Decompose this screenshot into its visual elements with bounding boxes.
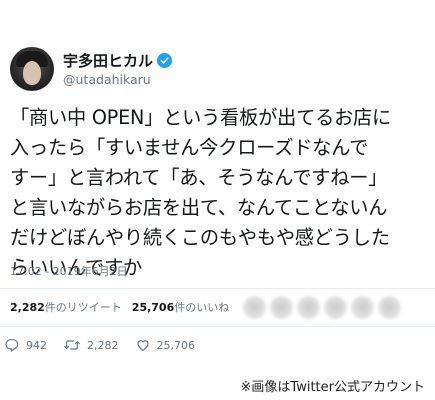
reply-button[interactable]: 942 xyxy=(4,337,47,353)
retweets-count: 2,282 xyxy=(10,300,45,314)
tweet-stats: 2,282 件のリツイート 25,706 件のいいね xyxy=(10,295,435,319)
blurred-avatar xyxy=(351,295,375,319)
tweet-text-line: だけどぼんやり続くこのもやもや感どうした xyxy=(10,226,390,249)
retweet-count: 2,282 xyxy=(87,338,119,352)
user-handle[interactable]: @utadahikaru xyxy=(63,71,172,88)
retweets-stat[interactable]: 2,282 件のリツイート xyxy=(10,299,122,315)
like-count: 25,706 xyxy=(156,338,196,352)
blurred-avatar xyxy=(378,295,402,319)
blurred-avatar xyxy=(270,295,294,319)
blurred-avatar xyxy=(243,295,267,319)
tweet-text-line: すー」と言われて「あ、そうなんですねー」 xyxy=(10,166,388,189)
tweet-text-line: 入ったら「すいません今クローズドなんで xyxy=(10,136,369,159)
blurred-avatar xyxy=(324,295,348,319)
image-credit-caption: ※画像はTwitter公式アカウント xyxy=(240,380,425,395)
reply-icon xyxy=(5,339,19,352)
tweet-card: 宇多田ヒカル @utadahikaru 「商い中 OPEN」という看板が出てるお… xyxy=(0,0,435,365)
blurred-avatar xyxy=(297,295,321,319)
likes-stat[interactable]: 25,706 件のいいね xyxy=(132,299,229,315)
tweet-text: 「商い中 OPEN」という看板が出てるお店に 入ったら「すいません今クローズドな… xyxy=(10,103,430,283)
retweet-button[interactable]: 2,282 xyxy=(63,337,119,353)
likes-count: 25,706 xyxy=(131,300,175,314)
like-icon xyxy=(136,340,149,351)
tweet-text-line: 「商い中 OPEN」という看板が出てるお店に xyxy=(10,106,392,129)
display-name[interactable]: 宇多田ヒカル xyxy=(63,51,153,71)
avatar[interactable] xyxy=(10,47,54,91)
display-name-row: 宇多田ヒカル xyxy=(63,51,173,71)
tweet-text-line: と言いながらお店を出て、なんてことないん xyxy=(10,196,388,219)
likes-label: 件のいいね xyxy=(174,301,230,314)
liker-avatars xyxy=(243,295,405,319)
user-names: 宇多田ヒカル @utadahikaru xyxy=(63,51,173,88)
tweet-timestamp[interactable]: 17:02 - 2019年6月2日 xyxy=(10,263,128,279)
divider xyxy=(0,326,435,327)
retweets-label: 件のリツイート xyxy=(44,301,122,314)
retweet-icon xyxy=(64,340,80,350)
tweet-header: 宇多田ヒカル @utadahikaru xyxy=(10,44,173,94)
tweet-actions: 942 2,282 25,706 xyxy=(4,334,211,356)
divider xyxy=(0,288,435,289)
like-button[interactable]: 25,706 xyxy=(135,337,196,353)
reply-count: 942 xyxy=(26,338,47,352)
verified-badge-icon xyxy=(157,53,173,68)
